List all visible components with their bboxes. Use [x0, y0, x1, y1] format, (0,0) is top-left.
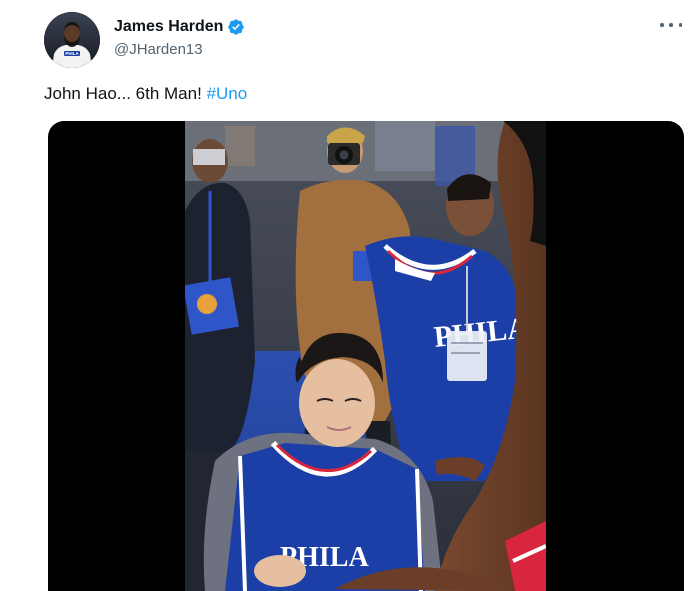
more-dot [678, 23, 682, 27]
tweet-media-video[interactable]: PHILA PHILA [48, 121, 684, 591]
author-header: James Harden @JHarden13 [114, 16, 245, 58]
avatar-image: PHILA [44, 12, 100, 68]
video-still-image: PHILA PHILA [185, 121, 546, 591]
video-frame[interactable]: PHILA PHILA [185, 121, 546, 591]
more-dot [660, 23, 664, 27]
tweet-text: John Hao... 6th Man! #Uno [44, 84, 247, 104]
verified-badge-icon[interactable] [227, 18, 245, 36]
hashtag-link[interactable]: #Uno [207, 84, 248, 103]
author-display-name[interactable]: James Harden [114, 18, 223, 36]
author-handle[interactable]: @JHarden13 [114, 41, 245, 58]
display-name-row: James Harden [114, 16, 245, 38]
avatar-jersey-text: PHILA [65, 51, 79, 56]
more-options-icon[interactable] [660, 18, 682, 32]
tweet-body-text: John Hao... 6th Man! [44, 84, 202, 103]
more-dot [669, 23, 673, 27]
tweet-card: PHILA James Harden @JHarden13 John Hao..… [0, 0, 700, 591]
author-avatar[interactable]: PHILA [44, 12, 100, 68]
